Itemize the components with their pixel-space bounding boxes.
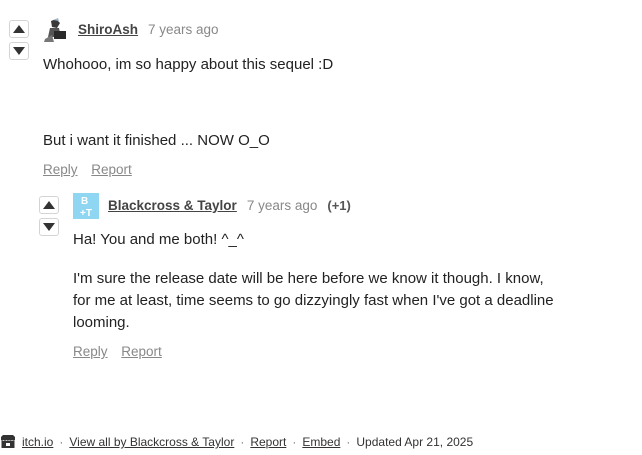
upvote-button[interactable] <box>9 20 29 38</box>
separator: · <box>240 435 245 449</box>
timestamp: 7 years ago <box>148 22 219 37</box>
downvote-button[interactable] <box>39 218 59 236</box>
reply-link[interactable]: Reply <box>43 162 78 177</box>
author-link[interactable]: ShiroAsh <box>78 22 138 37</box>
svg-text:+T: +T <box>80 208 92 219</box>
separator: · <box>59 435 64 449</box>
comment-header: Blackcross & Taylor 7 years ago (+1) <box>108 198 351 213</box>
arrow-down-icon <box>43 223 55 231</box>
comment-header: ShiroAsh 7 years ago <box>78 22 219 37</box>
arrow-up-icon <box>43 201 55 209</box>
itch-logo-icon[interactable] <box>0 435 16 449</box>
report-link[interactable]: Report <box>121 344 162 359</box>
avatar[interactable]: B +T <box>73 193 99 219</box>
avatar[interactable] <box>42 17 68 43</box>
reply-link[interactable]: Reply <box>73 344 108 359</box>
comment-text: I'm sure the release date will be here b… <box>73 270 554 331</box>
comment-text: Ha! You and me both! ^_^ <box>73 231 244 248</box>
report-link[interactable]: Report <box>91 162 132 177</box>
report-page-link[interactable]: Report <box>250 435 286 449</box>
comment-text: Whohooo, im so happy about this sequel :… <box>43 56 334 73</box>
svg-text:B: B <box>81 196 88 207</box>
comment-actions: Reply Report <box>43 162 142 177</box>
updated-date: Updated Apr 21, 2025 <box>356 435 474 449</box>
vote-controls <box>39 196 61 240</box>
vote-score: (+1) <box>327 198 351 213</box>
page-footer: itch.io · View all by Blackcross & Taylo… <box>0 432 473 452</box>
separator: · <box>292 435 297 449</box>
separator: · <box>346 435 351 449</box>
upvote-button[interactable] <box>39 196 59 214</box>
comment-text: But i want it finished ... NOW O_O <box>43 132 270 149</box>
site-link[interactable]: itch.io <box>22 435 53 449</box>
comment-actions: Reply Report <box>73 344 172 359</box>
timestamp: 7 years ago <box>246 198 318 213</box>
view-all-link[interactable]: View all by Blackcross & Taylor <box>69 435 234 449</box>
arrow-down-icon <box>13 47 25 55</box>
downvote-button[interactable] <box>9 42 29 60</box>
embed-link[interactable]: Embed <box>302 435 340 449</box>
author-link[interactable]: Blackcross & Taylor <box>108 198 237 213</box>
arrow-up-icon <box>13 25 25 33</box>
vote-controls <box>9 20 31 64</box>
